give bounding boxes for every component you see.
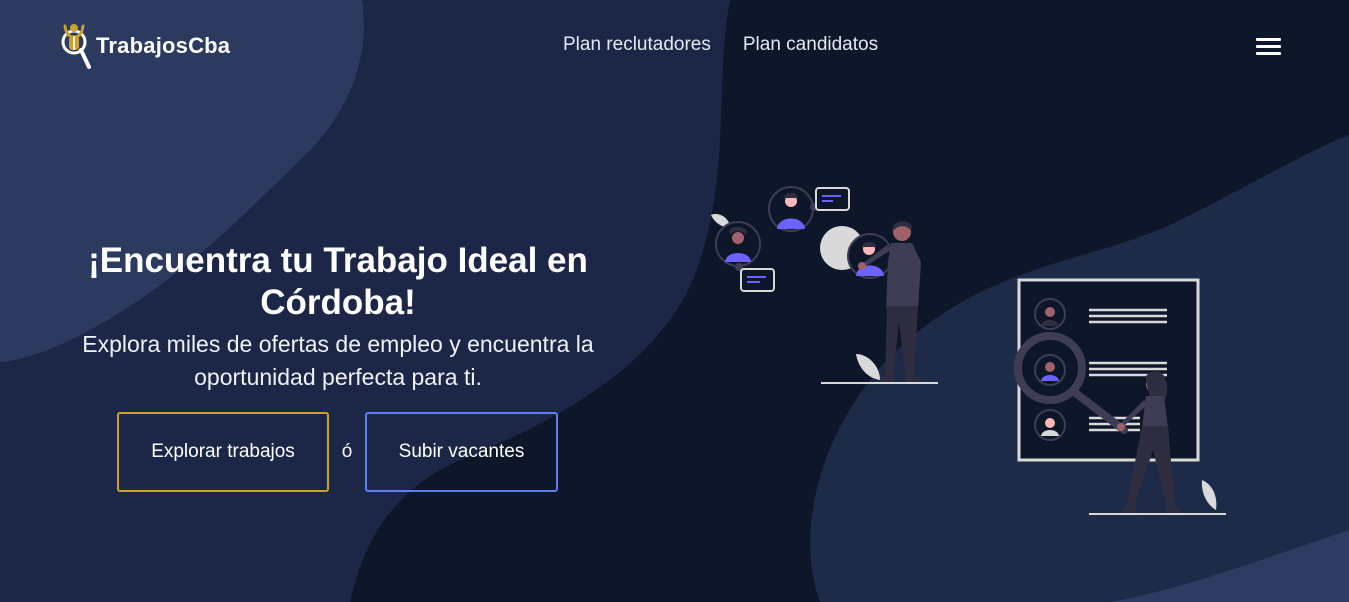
hero-section: ¡Encuentra tu Trabajo Ideal en Córdoba! …	[60, 240, 616, 394]
resume-scene-illustration	[1014, 278, 1226, 515]
hamburger-line	[1256, 52, 1281, 55]
cta-separator: ó	[341, 441, 353, 462]
main-nav: Plan reclutadores Plan candidatos	[563, 34, 878, 56]
brand-logo[interactable]: TrabajosCba	[58, 22, 230, 70]
logo-person-magnifier-icon	[61, 24, 91, 69]
hamburger-line	[1256, 45, 1281, 48]
hero-illustration	[711, 186, 1226, 515]
explore-jobs-button[interactable]: Explorar trabajos	[117, 412, 329, 492]
hamburger-line	[1256, 38, 1281, 41]
cta-buttons: Explorar trabajos ó Subir vacantes	[117, 412, 558, 492]
navbar: TrabajosCba Plan reclutadores Plan candi…	[0, 0, 1349, 92]
hero-title: ¡Encuentra tu Trabajo Ideal en Córdoba!	[88, 241, 588, 322]
brand-name: TrabajosCba	[96, 33, 231, 58]
hamburger-menu-icon[interactable]	[1256, 38, 1282, 56]
network-scene-illustration	[711, 186, 938, 384]
nav-link-plan-candidatos[interactable]: Plan candidatos	[743, 34, 878, 56]
nav-link-plan-reclutadores[interactable]: Plan reclutadores	[563, 34, 711, 56]
hero-subtitle: Explora miles de ofertas de empleo y enc…	[82, 331, 594, 390]
upload-vacancies-button[interactable]: Subir vacantes	[365, 412, 558, 492]
